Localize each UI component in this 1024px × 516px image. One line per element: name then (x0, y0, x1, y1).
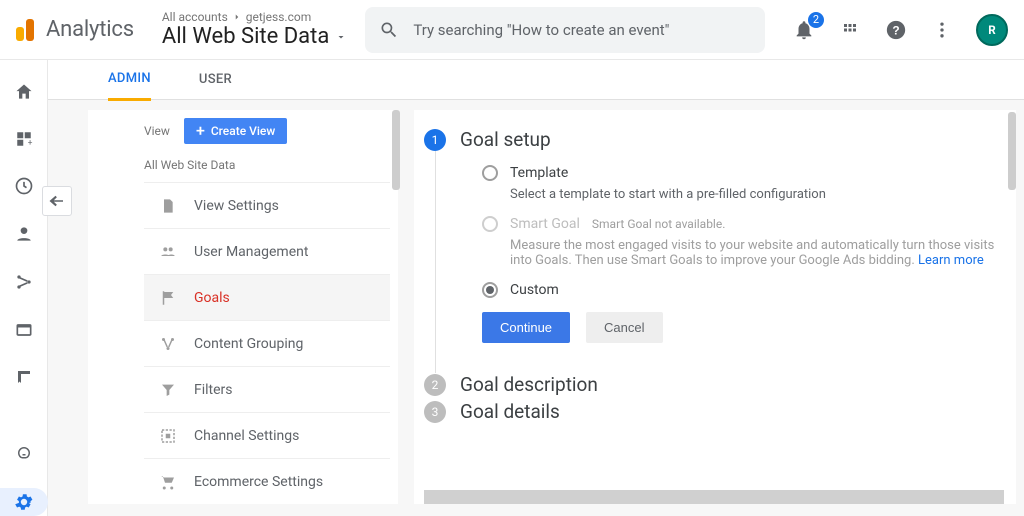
admin-gear-icon[interactable] (0, 488, 48, 516)
create-view-label: Create View (211, 124, 275, 138)
more-icon[interactable] (930, 18, 954, 42)
option-custom[interactable]: Custom (482, 282, 1016, 298)
view-selector-label: All Web Site Data (162, 24, 329, 49)
conversions-icon[interactable] (13, 368, 35, 386)
back-button[interactable] (42, 186, 72, 216)
menu-user-management[interactable]: User Management (144, 228, 390, 274)
cart-icon (158, 473, 178, 491)
menu-label: Goals (194, 290, 230, 306)
behavior-icon[interactable] (13, 320, 35, 340)
step-1-badge: 1 (424, 129, 446, 151)
tab-user[interactable]: USER (199, 60, 232, 99)
menu-label: User Management (194, 244, 308, 260)
top-icons: 2 ? R (792, 14, 1008, 46)
chevron-right-icon (232, 12, 242, 22)
step-2-badge: 2 (424, 374, 446, 396)
discover-icon[interactable] (13, 442, 35, 460)
cancel-button[interactable]: Cancel (586, 312, 662, 343)
option-label: Smart Goal (510, 216, 580, 232)
menu-channel-settings[interactable]: Channel Settings (144, 412, 390, 458)
breadcrumb: All accounts getjess.com (162, 10, 347, 24)
menu-view-settings[interactable]: View Settings (144, 182, 390, 228)
menu-label: Content Grouping (194, 336, 303, 352)
funnel-icon (158, 382, 178, 398)
step-3-title: Goal details (460, 400, 560, 423)
left-scrollbar[interactable] (392, 110, 400, 190)
view-column: View + Create View All Web Site Data Vie… (88, 110, 398, 504)
menu-label: Channel Settings (194, 428, 299, 444)
product-logo-block[interactable]: Analytics (8, 17, 134, 42)
back-arrow-icon (48, 192, 66, 210)
audience-icon[interactable] (13, 224, 35, 244)
menu-ecommerce-settings[interactable]: Ecommerce Settings (144, 458, 390, 504)
radio-custom-icon (482, 282, 498, 298)
admin-tabs: ADMIN USER (48, 60, 1024, 100)
breadcrumb-account: getjess.com (246, 10, 311, 24)
menu-label: Ecommerce Settings (194, 474, 323, 490)
menu-content-grouping[interactable]: Content Grouping (144, 320, 390, 366)
svg-text:?: ? (892, 23, 899, 37)
radio-template-icon (482, 165, 498, 181)
option-template[interactable]: Template (482, 165, 1016, 181)
left-rail: + (0, 60, 48, 516)
notif-badge: 2 (808, 12, 824, 28)
smart-goal-note: Smart Goal not available. (592, 217, 726, 231)
flag-icon (158, 289, 178, 307)
search-icon (379, 20, 399, 40)
breadcrumb-root: All accounts (162, 10, 228, 24)
top-bar: Analytics All accounts getjess.com All W… (0, 0, 1024, 60)
search-bar[interactable]: Try searching "How to create an event" (365, 7, 765, 53)
tab-admin[interactable]: ADMIN (108, 59, 151, 101)
caret-down-icon (335, 31, 347, 43)
view-selector[interactable]: All Web Site Data (162, 24, 347, 49)
channel-icon (158, 427, 178, 445)
current-view-name[interactable]: All Web Site Data (144, 154, 390, 182)
realtime-icon[interactable] (13, 176, 35, 196)
svg-text:+: + (27, 138, 32, 148)
apps-icon[interactable] (838, 18, 862, 42)
horizontal-scrollbar[interactable] (424, 490, 1004, 504)
continue-button[interactable]: Continue (482, 312, 570, 343)
step-2-title: Goal description (460, 373, 598, 396)
learn-more-link[interactable]: Learn more (918, 253, 984, 268)
step-1-title: Goal setup (460, 128, 551, 151)
view-column-label: View (144, 124, 170, 138)
avatar[interactable]: R (976, 14, 1008, 46)
document-icon (158, 197, 178, 215)
step-3-badge: 3 (424, 401, 446, 423)
ga-logo-icon (16, 19, 34, 41)
search-placeholder: Try searching "How to create an event" (413, 21, 669, 39)
svg-text:R: R (988, 23, 996, 37)
menu-label: View Settings (194, 198, 279, 214)
product-name: Analytics (46, 17, 134, 42)
create-view-button[interactable]: + Create View (184, 118, 287, 144)
people-icon (158, 244, 178, 260)
option-label: Template (510, 165, 568, 181)
notifications-icon[interactable]: 2 (792, 18, 816, 42)
branch-icon (158, 335, 178, 353)
dashboards-icon[interactable]: + (13, 130, 35, 148)
option-template-sub: Select a template to start with a pre-fi… (482, 187, 1016, 202)
option-label: Custom (510, 282, 559, 298)
goal-wizard-panel: 1 Goal setup Template Select a template … (414, 110, 1016, 504)
account-selector[interactable]: All accounts getjess.com All Web Site Da… (162, 10, 347, 49)
panel-scrollbar[interactable] (1008, 112, 1016, 190)
menu-filters[interactable]: Filters (144, 366, 390, 412)
acquisition-icon[interactable] (13, 272, 35, 292)
option-smart-goal: Smart Goal Smart Goal not available. (482, 216, 1016, 232)
menu-goals[interactable]: Goals (144, 274, 390, 320)
smart-goal-desc: Measure the most engaged visits to your … (482, 238, 1016, 268)
menu-label: Filters (194, 382, 233, 398)
home-icon[interactable] (13, 82, 35, 102)
help-icon[interactable]: ? (884, 18, 908, 42)
radio-smart-icon (482, 216, 498, 232)
